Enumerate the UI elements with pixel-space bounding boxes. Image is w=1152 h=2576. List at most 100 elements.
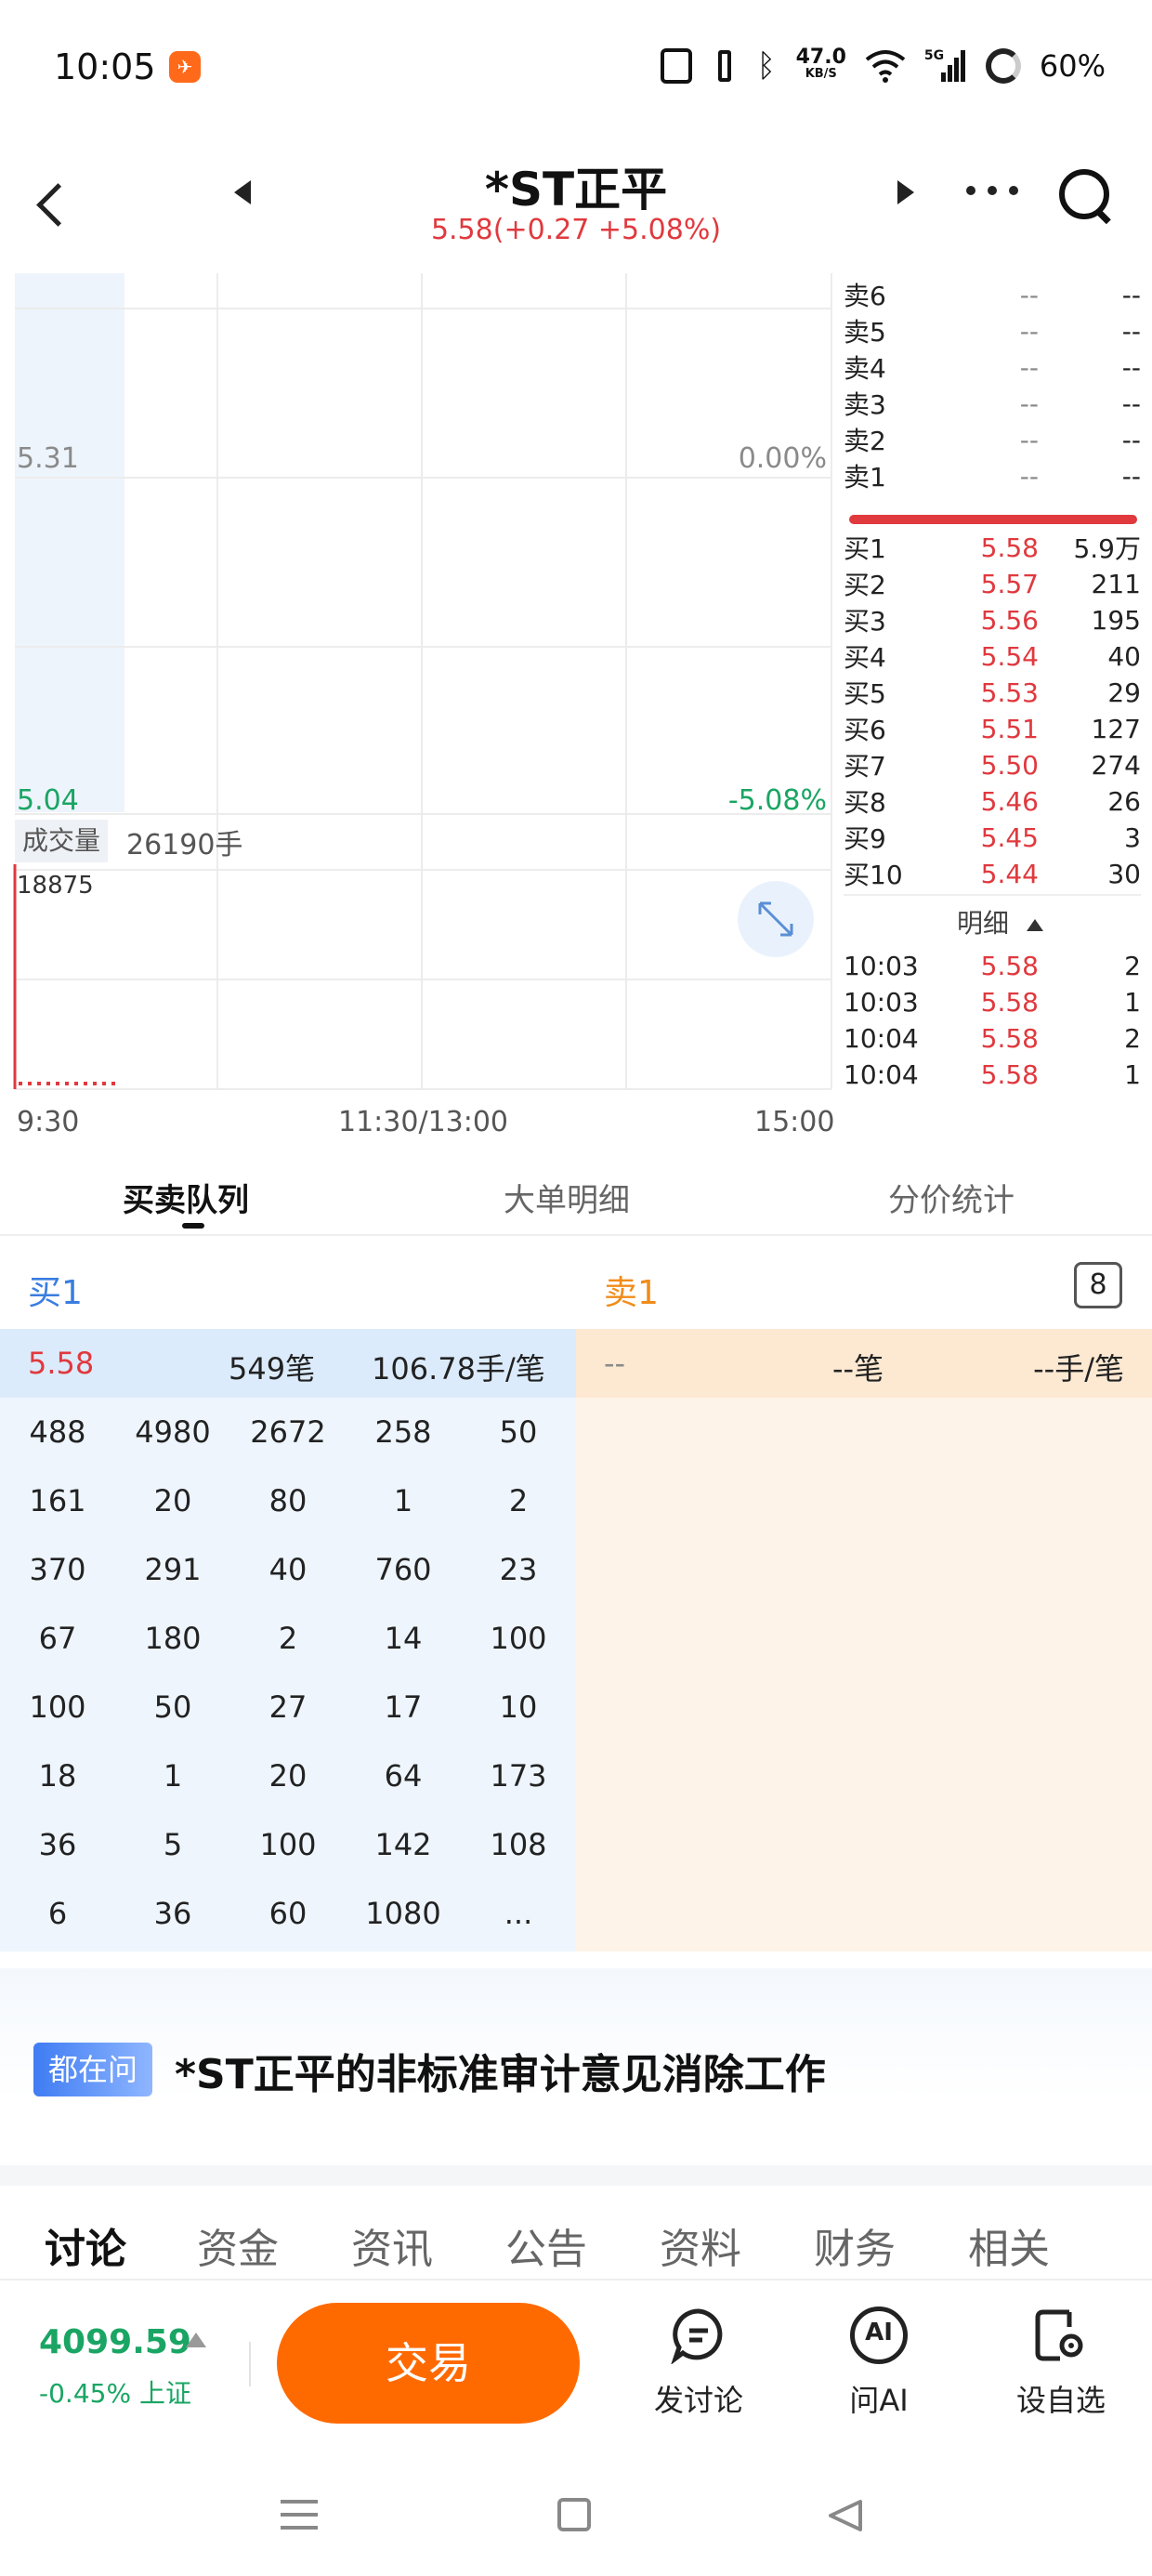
row-price: -- <box>1019 388 1039 419</box>
queue-header: 买1 卖1 8 <box>0 1236 1152 1329</box>
queue-depth-selector[interactable]: 8 <box>1074 1262 1122 1308</box>
intraday-chart[interactable]: 5.31 0.00% 5.04 -5.08% 成交量 26190手 18875 … <box>0 269 836 1143</box>
active-tab-indicator <box>182 1223 204 1229</box>
order-book-sell-row[interactable]: 卖4 -- -- <box>844 349 1141 385</box>
caret-up-icon <box>1026 918 1043 931</box>
order-book-divider <box>844 894 1141 896</box>
ask-ai-button[interactable]: AI 问AI <box>814 2307 944 2427</box>
question-text[interactable]: *ST正平的非标准审计意见消除工作 <box>175 2041 826 2100</box>
post-discussion-button[interactable]: 发讨论 <box>634 2307 764 2427</box>
row-volume: -- <box>1121 424 1141 455</box>
queue-cell: 20 <box>153 1483 192 1518</box>
queue-cell: 161 <box>29 1483 86 1518</box>
tab-announcements[interactable]: 公告 <box>505 2215 587 2275</box>
more-options-button[interactable] <box>966 180 1018 199</box>
tab-large-orders[interactable]: 大单明细 <box>504 1175 630 1220</box>
tick-row: 10:03 5.58 1 <box>844 984 1141 1019</box>
queue-row: 67 180 2 14 100 <box>0 1604 576 1673</box>
battery-percent: 60% <box>1039 48 1106 84</box>
expand-chart-button[interactable] <box>738 881 814 957</box>
queue-cell: 100 <box>29 1689 86 1725</box>
order-book-sell-row[interactable]: 卖1 -- -- <box>844 458 1141 493</box>
row-volume: 127 <box>1091 713 1141 744</box>
community-question-card[interactable]: 都在问 *ST正平的非标准审计意见消除工作 <box>0 1968 1152 2154</box>
queue-cell: 2672 <box>250 1414 326 1450</box>
row-price: 5.53 <box>980 677 1039 708</box>
system-navigation-bar <box>0 2446 1152 2576</box>
order-book-buy-row[interactable]: 买8 5.46 26 <box>844 783 1141 819</box>
order-book-sell-row[interactable]: 卖3 -- -- <box>844 386 1141 421</box>
order-book-sell-row[interactable]: 卖6 -- -- <box>844 277 1141 312</box>
tick-time: 10:03 <box>844 950 919 981</box>
tab-financials[interactable]: 财务 <box>814 2215 896 2275</box>
row-label: 买3 <box>844 606 886 637</box>
row-label: 买7 <box>844 751 886 782</box>
watchlist-gear-icon <box>1032 2307 1090 2364</box>
queue-cell: 1 <box>163 1758 183 1794</box>
order-book-buy-row[interactable]: 买2 5.57 211 <box>844 566 1141 601</box>
order-book-buy-row[interactable]: 买3 5.56 195 <box>844 602 1141 637</box>
trade-button[interactable]: 交易 <box>277 2303 580 2424</box>
pct-low-label: -5.08% <box>727 784 827 817</box>
queue-cell: 36 <box>38 1827 77 1862</box>
status-bar: 10:05 ✈ ᛒ 47.0 KB/S 5G 60% <box>0 0 1152 139</box>
queue-cell: 1 <box>393 1483 413 1518</box>
row-label: 卖1 <box>844 462 886 493</box>
back-button[interactable] <box>33 177 71 232</box>
tab-profile[interactable]: 资料 <box>660 2215 741 2275</box>
stock-nav-bar: *ST正平 5.58(+0.27 +5.08%) <box>0 139 1152 269</box>
queue-cell: 180 <box>144 1621 202 1656</box>
order-book-buy-row[interactable]: 买5 5.53 29 <box>844 675 1141 710</box>
section-separator <box>0 2165 1152 2186</box>
signal-label: 5G <box>923 48 945 63</box>
queue-cell: 5 <box>163 1827 183 1862</box>
tab-funds[interactable]: 资金 <box>197 2215 279 2275</box>
sell-queue-title: 卖1 <box>604 1274 659 1312</box>
order-book-sell-row[interactable]: 卖2 -- -- <box>844 422 1141 457</box>
order-book-buy-row[interactable]: 买7 5.50 274 <box>844 747 1141 782</box>
bottom-action-bar: 4099.59 -0.45% 上证 交易 发讨论 AI 问AI 设自选 <box>0 2279 1152 2446</box>
add-watchlist-label: 设自选 <box>1015 2383 1106 2418</box>
queue-row: 370 291 40 760 23 <box>0 1535 576 1604</box>
tick-time: 10:04 <box>844 1058 919 1090</box>
stock-quote: 5.58(+0.27 +5.08%) <box>430 214 722 246</box>
tab-news[interactable]: 资讯 <box>351 2215 433 2275</box>
tab-price-stats[interactable]: 分价统计 <box>888 1175 1015 1220</box>
order-book-buy-row[interactable]: 买4 5.54 40 <box>844 638 1141 674</box>
order-book-buy-row[interactable]: 买10 5.44 30 <box>844 856 1141 891</box>
previous-stock-button[interactable] <box>234 180 251 204</box>
chart-grid <box>13 273 832 1090</box>
order-book-buy-row[interactable]: 买6 5.51 127 <box>844 711 1141 746</box>
order-book-buy-row[interactable]: 买1 5.58 5.9万 <box>844 530 1141 565</box>
add-watchlist-button[interactable]: 设自选 <box>996 2307 1126 2427</box>
tick-row: 10:04 5.58 2 <box>844 1020 1141 1056</box>
queue-row: 100 50 27 17 10 <box>0 1673 576 1741</box>
queue-cell: 370 <box>29 1552 86 1587</box>
next-stock-button[interactable] <box>897 180 914 204</box>
tab-order-queue[interactable]: 买卖队列 <box>123 1175 249 1220</box>
content-tab-bar: 讨论 资金 资讯 公告 资料 财务 相关 <box>0 2186 1152 2279</box>
order-book-buy-row[interactable]: 买9 5.45 3 <box>844 820 1141 855</box>
queue-cell: 258 <box>374 1414 432 1450</box>
queue-row: 488 4980 2672 258 50 <box>0 1398 576 1466</box>
nfc-icon <box>660 48 692 84</box>
queue-cell: 60 <box>268 1896 308 1931</box>
recent-apps-icon[interactable] <box>281 2500 318 2530</box>
tick-time: 10:03 <box>844 986 919 1018</box>
tick-detail-toggle[interactable]: 明细 <box>957 903 1043 940</box>
queue-cell: 80 <box>268 1483 308 1518</box>
queue-cell: 760 <box>374 1552 432 1587</box>
sell-queue-avg: --手/笔 <box>1033 1351 1124 1387</box>
battery-icon <box>985 48 1021 84</box>
tick-detail-title: 明细 <box>957 908 1010 939</box>
tab-discussion[interactable]: 讨论 <box>45 2215 126 2275</box>
home-icon[interactable] <box>557 2498 591 2531</box>
order-book-sell-row[interactable]: 卖5 -- -- <box>844 313 1141 348</box>
tab-related[interactable]: 相关 <box>968 2215 1050 2275</box>
system-back-icon[interactable] <box>827 2498 864 2533</box>
stock-name: *ST正平 <box>484 163 668 217</box>
row-volume: 30 <box>1107 858 1141 889</box>
row-price: -- <box>1019 460 1039 492</box>
queue-cell: 488 <box>29 1414 86 1450</box>
search-icon[interactable] <box>1055 165 1111 221</box>
